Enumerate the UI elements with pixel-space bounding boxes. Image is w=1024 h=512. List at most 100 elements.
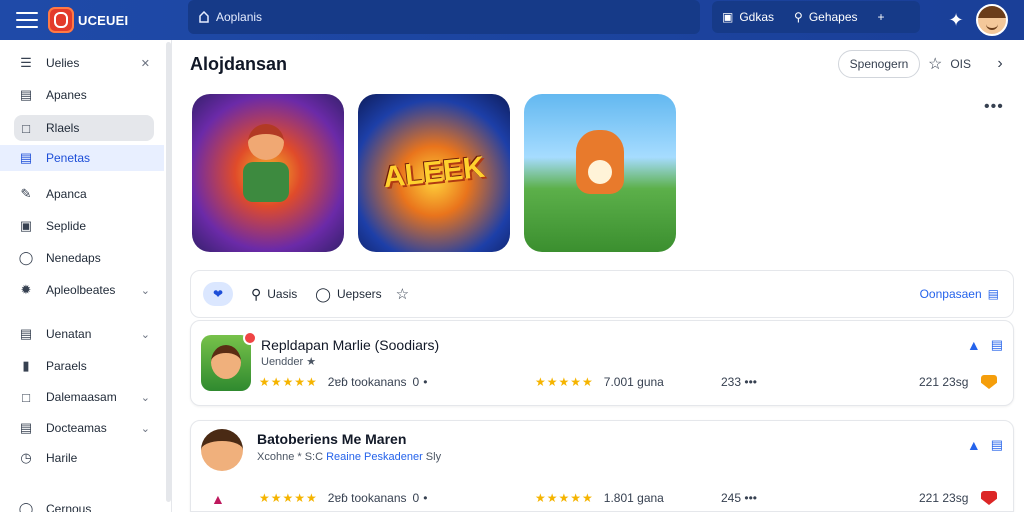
list-item[interactable]: Batoberiens Me Maren Xcohne * S:C Reaine… bbox=[190, 420, 1014, 512]
tag-icon: ▲ bbox=[211, 491, 225, 507]
game-tile-1[interactable] bbox=[192, 94, 344, 252]
favorite-label: OIS bbox=[950, 57, 972, 71]
filter-icon: ▤ bbox=[987, 287, 999, 301]
search-icon: ⚲ bbox=[794, 10, 803, 24]
favorite-button[interactable]: ☆ OIS bbox=[928, 52, 971, 76]
bag-icon: ▣ bbox=[19, 218, 33, 233]
sidebar-item-label: Apleolbeates bbox=[46, 283, 116, 297]
row-subtitle-link[interactable]: Reaine Peskadener bbox=[326, 451, 423, 463]
row-count: 233 ••• bbox=[721, 375, 757, 389]
sidebar-item-9[interactable]: ▮ Paraels bbox=[14, 353, 154, 379]
row-actions: ▲ ▤ bbox=[967, 437, 1003, 453]
rating-value: 0 bbox=[412, 375, 420, 389]
thumbs-up-icon[interactable]: ▲ bbox=[967, 437, 981, 453]
filter-right-link[interactable]: Oonpasaen ▤ bbox=[920, 287, 999, 301]
top-actions: ▣ Gdkas ⚲ Gehapes + bbox=[712, 1, 920, 33]
more-icon[interactable]: ••• bbox=[744, 375, 757, 389]
row-subtitle: Uendder ★ bbox=[261, 355, 316, 368]
filter-search[interactable]: ⚲ Uasis bbox=[251, 286, 297, 303]
heart-filter-button[interactable]: ❤ bbox=[203, 282, 233, 306]
star-icon[interactable]: ☆ bbox=[396, 285, 409, 303]
sidebar-item-label: Docteamas bbox=[46, 421, 107, 435]
sidebar-item-11[interactable]: ▤ Docteamas ⌄ bbox=[14, 415, 154, 441]
inbox-icon: □ bbox=[22, 389, 30, 405]
sidebar-item-label: Rlaels bbox=[46, 121, 80, 135]
brand[interactable]: UCEUEI bbox=[48, 7, 128, 33]
hamburger-menu-icon[interactable] bbox=[16, 12, 38, 28]
heart-icon: ❤ bbox=[212, 287, 224, 301]
sidebar-item-label: Paraels bbox=[46, 359, 87, 373]
chart-icon: ▤ bbox=[19, 87, 33, 102]
row-rating-2: ★★★★★ 7.001 guna bbox=[535, 375, 664, 389]
filter-bar: ❤ ⚲ Uasis ◯ Uepsers ☆ Oonpasaen ▤ bbox=[190, 270, 1014, 318]
thumbs-up-icon[interactable]: ▲ bbox=[967, 337, 981, 353]
layers-icon: ▤ bbox=[19, 326, 33, 341]
chat-icon: ◯ bbox=[315, 285, 331, 302]
list-item[interactable]: Repldapan Marlie (Soodiars) Uendder ★ ★★… bbox=[190, 320, 1014, 406]
search-input[interactable]: Aoplanis bbox=[188, 0, 700, 34]
sparkle-icon[interactable]: ✦ bbox=[936, 10, 976, 31]
star-icon: ★ bbox=[306, 356, 317, 368]
game-tile-3[interactable] bbox=[524, 94, 676, 252]
chevron-down-icon[interactable]: ⌄ bbox=[141, 391, 150, 404]
add-button[interactable]: + bbox=[868, 10, 895, 24]
row-subtitle: Xcohne * S:C Reaine Peskadener Sly bbox=[257, 451, 441, 463]
sidebar-item-5[interactable]: ▣ Seplide bbox=[14, 213, 154, 239]
brand-name: UCEUEI bbox=[78, 12, 129, 28]
sidebar-item-13[interactable]: ◯ Cernous bbox=[14, 496, 154, 512]
chevron-down-icon[interactable]: ⌄ bbox=[141, 328, 150, 341]
rating-value: 0 bbox=[412, 491, 420, 505]
rating-stars: ★★★★★ bbox=[259, 491, 318, 505]
more-icon[interactable]: ••• bbox=[744, 491, 757, 505]
add-label: + bbox=[877, 10, 885, 24]
brand-logo bbox=[48, 7, 74, 33]
row-rating-2: ★★★★★ 1.801 gana bbox=[535, 491, 664, 505]
filter-search-label: Uasis bbox=[267, 287, 298, 301]
row-actions: ▲ ▤ bbox=[967, 337, 1003, 353]
action-1-button[interactable]: ▣ Gdkas bbox=[712, 10, 784, 24]
sidebar: ☰ Uelies ✕ ▤ Apanes □ Rlaels ▤ Penetas ✎… bbox=[0, 40, 172, 512]
sidebar-item-8[interactable]: ▤ Uenatan ⌄ bbox=[14, 321, 154, 347]
rating-2-label: 7.001 guna bbox=[603, 375, 664, 389]
chevron-down-icon[interactable]: ⌄ bbox=[141, 284, 150, 297]
book-icon: ▮ bbox=[22, 358, 30, 373]
gear-icon: ✹ bbox=[20, 282, 32, 297]
sidebar-item-0[interactable]: ☰ Uelies ✕ bbox=[14, 50, 154, 76]
game-artwork-hero bbox=[238, 124, 294, 204]
edit-icon: ✎ bbox=[20, 186, 32, 201]
search-icon bbox=[199, 11, 209, 23]
filter-users-label: Uepsers bbox=[336, 287, 382, 301]
sidebar-item-7[interactable]: ✹ Apleolbeates ⌄ bbox=[14, 277, 154, 303]
sidebar-item-10[interactable]: □ Dalemaasam ⌄ bbox=[14, 384, 154, 410]
game-tile-2[interactable]: ALEEK bbox=[358, 94, 510, 252]
close-icon[interactable]: ✕ bbox=[141, 57, 150, 70]
sort-button[interactable]: Spenogern bbox=[838, 50, 920, 78]
row-count: 245 ••• bbox=[721, 491, 757, 505]
sidebar-item-6[interactable]: ◯ Nenedaps bbox=[14, 245, 154, 271]
sidebar-scrollbar[interactable] bbox=[166, 42, 171, 502]
more-icon[interactable]: ••• bbox=[984, 98, 1004, 116]
list-icon[interactable]: ▤ bbox=[991, 337, 1003, 353]
action-1-label: Gdkas bbox=[739, 10, 775, 24]
badge-icon bbox=[981, 491, 997, 505]
shield-icon: ◯ bbox=[18, 250, 34, 265]
row-title: Batoberiens Me Maren bbox=[257, 431, 407, 447]
sidebar-item-label: Harile bbox=[46, 451, 78, 465]
list-icon[interactable]: ▤ bbox=[991, 437, 1003, 453]
sidebar-item-label: Uelies bbox=[46, 56, 80, 70]
sidebar-item-1[interactable]: ▤ Apanes bbox=[14, 82, 154, 108]
filter-users[interactable]: ◯ Uepsers bbox=[315, 286, 381, 303]
stack-icon: ▤ bbox=[19, 150, 33, 165]
sidebar-item-12[interactable]: ◷ Harile bbox=[14, 445, 154, 471]
sidebar-item-label: Nenedaps bbox=[46, 251, 101, 265]
sidebar-item-3[interactable]: ▤ Penetas bbox=[0, 145, 164, 171]
chevron-right-icon[interactable]: › bbox=[990, 52, 1010, 76]
tag-icon: ◯ bbox=[18, 501, 34, 512]
row-price: 221 23sg bbox=[919, 375, 969, 389]
sidebar-item-4[interactable]: ✎ Apanca bbox=[14, 181, 154, 207]
sidebar-item-2[interactable]: □ Rlaels bbox=[14, 115, 154, 141]
action-2-button[interactable]: ⚲ Gehapes bbox=[784, 10, 868, 24]
user-avatar[interactable] bbox=[976, 4, 1008, 36]
chevron-down-icon[interactable]: ⌄ bbox=[141, 422, 150, 435]
action-2-label: Gehapes bbox=[808, 10, 858, 24]
